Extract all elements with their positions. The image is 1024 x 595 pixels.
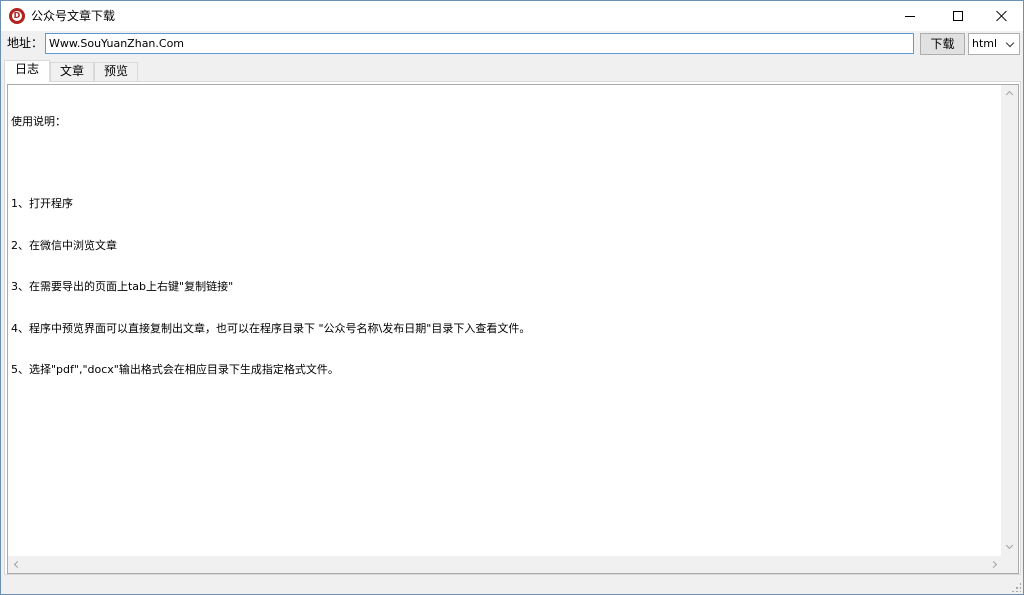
scroll-left-icon[interactable]	[13, 560, 22, 569]
app-window: D 公众号文章下载 地址： 下载 html 日志 文章 预览 使用说明： ​ 1…	[0, 0, 1024, 595]
log-textarea[interactable]: 使用说明： ​ 1、打开程序 2、在微信中浏览文章 3、在需要导出的页面上tab…	[7, 84, 1019, 574]
app-logo-letter: D	[12, 11, 22, 21]
scroll-right-icon[interactable]	[989, 560, 998, 569]
tab-article[interactable]: 文章	[50, 62, 94, 81]
format-select-value: html	[972, 37, 998, 50]
horizontal-scrollbar[interactable]	[8, 556, 1003, 573]
minimize-button[interactable]	[887, 1, 933, 31]
chevron-down-icon	[1005, 38, 1015, 48]
log-line: 5、选择"pdf","docx"输出格式会在相应目录下生成指定格式文件。	[11, 362, 339, 376]
close-button[interactable]	[979, 1, 1023, 31]
window-title: 公众号文章下载	[31, 9, 116, 23]
resize-grip-icon[interactable]	[1011, 582, 1021, 592]
format-select[interactable]: html	[968, 33, 1020, 55]
tab-preview[interactable]: 预览	[94, 62, 138, 81]
log-line: 2、在微信中浏览文章	[11, 238, 117, 252]
vertical-scrollbar[interactable]	[1001, 85, 1018, 556]
tab-panel-log: 使用说明： ​ 1、打开程序 2、在微信中浏览文章 3、在需要导出的页面上tab…	[4, 81, 1021, 575]
status-bar	[1, 577, 1023, 594]
log-line: 使用说明：	[11, 114, 66, 128]
scroll-down-icon[interactable]	[1005, 541, 1014, 550]
maximize-icon	[953, 11, 963, 21]
address-label: 地址：	[7, 36, 44, 50]
log-line: 3、在需要导出的页面上tab上右键"复制链接"	[11, 280, 234, 294]
scroll-up-icon[interactable]	[1005, 90, 1014, 99]
scrollbar-corner	[1001, 556, 1018, 573]
log-line: ​	[11, 156, 1001, 170]
download-button[interactable]: 下载	[920, 33, 965, 55]
tab-log[interactable]: 日志	[4, 60, 50, 82]
log-line: 1、打开程序	[11, 197, 73, 211]
close-icon	[996, 10, 1008, 22]
title-bar[interactable]: D 公众号文章下载	[1, 1, 1023, 31]
maximize-button[interactable]	[935, 1, 981, 31]
minimize-icon	[905, 15, 915, 17]
app-logo-icon: D	[9, 8, 25, 24]
log-text: 使用说明： ​ 1、打开程序 2、在微信中浏览文章 3、在需要导出的页面上tab…	[11, 87, 1001, 557]
address-input[interactable]	[45, 33, 914, 54]
log-line: 4、程序中预览界面可以直接复制出文章，也可以在程序目录下 "公众号名称\发布日期…	[11, 321, 531, 335]
